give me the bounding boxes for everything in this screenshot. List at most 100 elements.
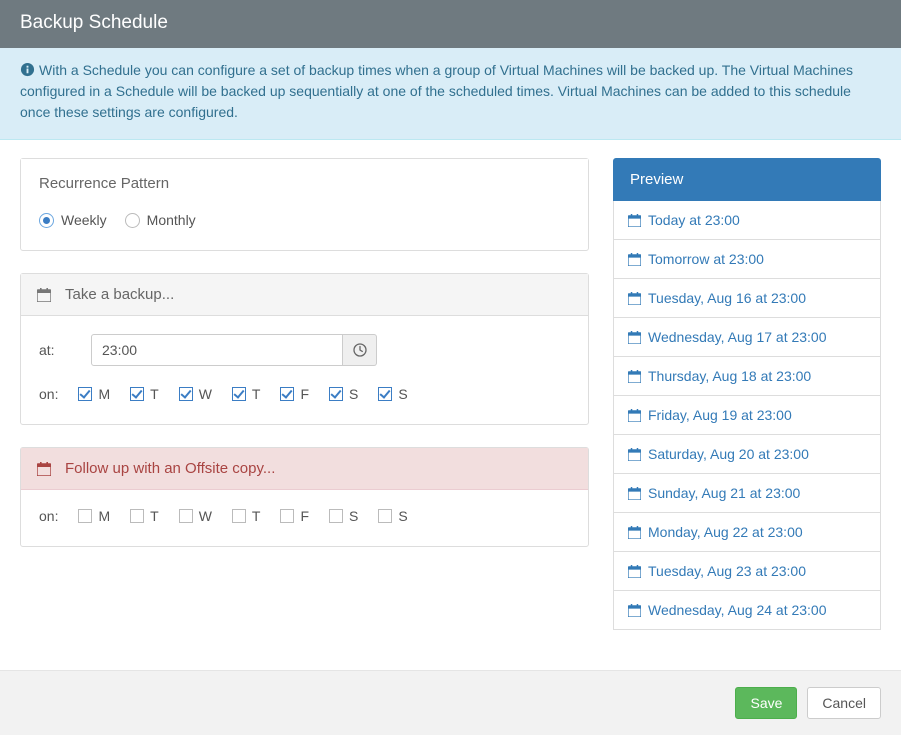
offsite-day-label: T [150, 508, 159, 524]
preview-item[interactable]: Wednesday, Aug 17 at 23:00 [614, 317, 880, 356]
backup-day-label: S [349, 386, 358, 402]
checkbox-icon [232, 509, 246, 523]
preview-item-label: Tuesday, Aug 23 at 23:00 [648, 563, 806, 579]
preview-item[interactable]: Tomorrow at 23:00 [614, 239, 880, 278]
preview-item[interactable]: Saturday, Aug 20 at 23:00 [614, 434, 880, 473]
preview-item-label: Saturday, Aug 20 at 23:00 [648, 446, 809, 462]
backup-title: Take a backup... [65, 286, 174, 303]
calendar-icon [628, 487, 641, 500]
dialog-footer: Save Cancel [0, 670, 901, 735]
calendar-icon [628, 370, 641, 383]
preview-item-label: Monday, Aug 22 at 23:00 [648, 524, 803, 540]
preview-item[interactable]: Wednesday, Aug 24 at 23:00 [614, 590, 880, 629]
calendar-icon [628, 604, 641, 617]
offsite-day-checkbox[interactable]: S [329, 508, 358, 524]
backup-day-checkbox[interactable]: T [232, 386, 261, 402]
offsite-day-label: M [98, 508, 110, 524]
checkbox-icon [232, 387, 246, 401]
offsite-panel: Follow up with an Offsite copy... on: M T… [20, 447, 589, 547]
offsite-day-label: S [349, 508, 358, 524]
calendar-icon [628, 448, 641, 461]
checkbox-icon [179, 387, 193, 401]
preview-title: Preview [613, 158, 881, 201]
backup-day-label: T [150, 386, 159, 402]
preview-item-label: Friday, Aug 19 at 23:00 [648, 407, 792, 423]
preview-panel: Preview Today at 23:00 Tomorrow at 23:00 T… [613, 158, 881, 630]
backup-on-label: on: [39, 386, 58, 402]
page-header: Backup Schedule [0, 0, 901, 48]
preview-item[interactable]: Tuesday, Aug 23 at 23:00 [614, 551, 880, 590]
recurrence-monthly-radio[interactable]: Monthly [125, 212, 196, 228]
backup-time-group [91, 334, 377, 366]
calendar-icon [628, 214, 641, 227]
page-title: Backup Schedule [20, 12, 168, 33]
preview-item[interactable]: Sunday, Aug 21 at 23:00 [614, 473, 880, 512]
calendar-icon [628, 253, 641, 266]
checkbox-icon [329, 387, 343, 401]
recurrence-weekly-radio[interactable]: Weekly [39, 212, 107, 228]
backup-day-label: S [398, 386, 407, 402]
preview-item-label: Tuesday, Aug 16 at 23:00 [648, 290, 806, 306]
offsite-day-checkbox[interactable]: S [378, 508, 407, 524]
backup-at-label: at: [39, 342, 73, 358]
calendar-icon [628, 331, 641, 344]
checkbox-icon [130, 509, 144, 523]
preview-item[interactable]: Thursday, Aug 18 at 23:00 [614, 356, 880, 395]
checkbox-icon [78, 387, 92, 401]
save-button[interactable]: Save [735, 687, 797, 719]
offsite-day-checkbox[interactable]: T [130, 508, 159, 524]
clock-icon [353, 343, 367, 357]
checkbox-icon [378, 387, 392, 401]
calendar-icon [628, 526, 641, 539]
info-banner: With a Schedule you can configure a set … [0, 48, 901, 140]
offsite-day-checkbox[interactable]: F [280, 508, 309, 524]
backup-day-checkbox[interactable]: T [130, 386, 159, 402]
checkbox-icon [130, 387, 144, 401]
info-icon [20, 62, 35, 77]
offsite-on-label: on: [39, 508, 58, 524]
checkbox-icon [179, 509, 193, 523]
preview-item-label: Wednesday, Aug 17 at 23:00 [648, 329, 827, 345]
checkbox-icon [280, 387, 294, 401]
calendar-icon [628, 409, 641, 422]
preview-item[interactable]: Tuesday, Aug 16 at 23:00 [614, 278, 880, 317]
backup-time-input[interactable] [91, 334, 343, 366]
calendar-icon [37, 462, 51, 476]
recurrence-panel: Recurrence Pattern Weekly Monthly [20, 158, 589, 251]
backup-panel: Take a backup... at: on: [20, 273, 589, 425]
checkbox-icon [78, 509, 92, 523]
cancel-button[interactable]: Cancel [807, 687, 881, 719]
offsite-title: Follow up with an Offsite copy... [65, 460, 275, 477]
checkbox-icon [280, 509, 294, 523]
calendar-icon [628, 565, 641, 578]
backup-day-checkbox[interactable]: S [378, 386, 407, 402]
backup-day-checkbox[interactable]: S [329, 386, 358, 402]
offsite-day-label: F [300, 508, 309, 524]
recurrence-monthly-label: Monthly [147, 212, 196, 228]
backup-time-picker-button[interactable] [343, 334, 377, 366]
checkbox-icon [378, 509, 392, 523]
preview-item[interactable]: Monday, Aug 22 at 23:00 [614, 512, 880, 551]
offsite-panel-header: Follow up with an Offsite copy... [21, 448, 588, 490]
preview-item[interactable]: Friday, Aug 19 at 23:00 [614, 395, 880, 434]
backup-day-checkbox[interactable]: M [78, 386, 110, 402]
backup-day-label: W [199, 386, 212, 402]
backup-day-label: F [300, 386, 309, 402]
backup-day-label: M [98, 386, 110, 402]
offsite-day-label: T [252, 508, 261, 524]
offsite-day-label: S [398, 508, 407, 524]
calendar-icon [628, 292, 641, 305]
preview-item[interactable]: Today at 23:00 [614, 201, 880, 239]
offsite-day-checkbox[interactable]: T [232, 508, 261, 524]
offsite-day-checkbox[interactable]: W [179, 508, 212, 524]
backup-panel-header: Take a backup... [21, 274, 588, 316]
offsite-day-checkbox[interactable]: M [78, 508, 110, 524]
preview-item-label: Wednesday, Aug 24 at 23:00 [648, 602, 827, 618]
backup-day-checkbox[interactable]: F [280, 386, 309, 402]
preview-item-label: Tomorrow at 23:00 [648, 251, 764, 267]
recurrence-weekly-label: Weekly [61, 212, 107, 228]
calendar-icon [37, 288, 51, 302]
preview-item-label: Today at 23:00 [648, 212, 740, 228]
backup-day-checkbox[interactable]: W [179, 386, 212, 402]
preview-item-label: Thursday, Aug 18 at 23:00 [648, 368, 811, 384]
